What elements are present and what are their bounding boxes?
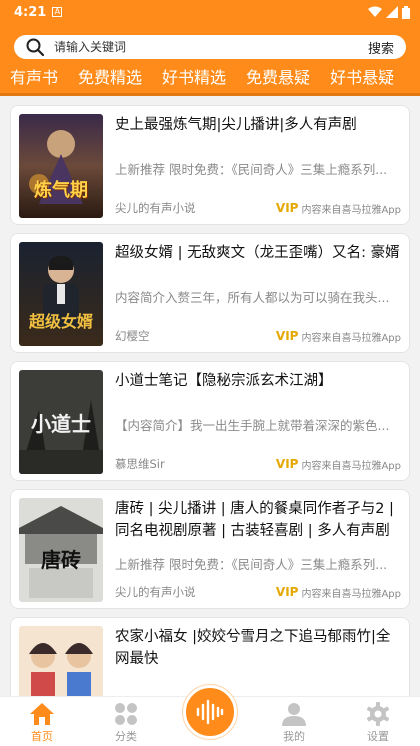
book-cover: 唐砖 [19,498,103,602]
book-author: 尖儿的有声小说 [115,585,196,599]
search-input[interactable] [54,40,368,54]
vip-badge: VIP [275,329,299,343]
nav-category-label: 分类 [115,730,137,743]
cover-title: 小道士 [31,412,91,436]
book-author: 尖儿的有声小说 [115,201,196,215]
cover-title: 超级女婿 [28,312,93,331]
book-desc: 上新推荐 限时免费：《民间奇人》三集上瘾系列... [115,161,388,177]
tab-free-picks[interactable]: 免费精选 [78,64,142,92]
vip-badge: VIP [275,585,299,599]
book-cover [19,626,103,698]
status-bar: 4:21 A [0,0,420,24]
audio-wave-icon [196,699,224,725]
vip-badge: VIP [275,201,299,215]
book-title: 史上最强炼气期|尖儿播讲|多人有声剧 [115,117,357,133]
search-bar[interactable]: 搜索 [14,35,406,59]
nav-mine-label: 我的 [283,730,305,743]
book-title: 超级女婿 | 无敌爽文（龙王歪嘴）又名: 豪婿 [115,245,400,261]
book-author: 幻樱空 [115,329,150,343]
nav-home[interactable]: 首页 [12,702,72,744]
cover-title: 唐砖 [41,548,81,572]
book-card[interactable]: 炼气期 史上最强炼气期|尖儿播讲|多人有声剧 上新推荐 限时免费：《民间奇人》三… [10,105,410,225]
tab-good-books[interactable]: 好书精选 [162,64,226,92]
book-source: 内容来自喜马拉雅App [301,460,401,472]
book-source: 内容来自喜马拉雅App [301,204,401,216]
status-icons [368,5,410,19]
vip-badge: VIP [275,457,299,471]
book-title: 唐砖 | 尖儿播讲 | 唐人的餐桌同作者孑与2 | 同名电视剧原著 | 古装轻喜… [115,501,394,539]
nav-home-label: 首页 [31,730,53,743]
battery-icon [402,5,410,19]
tab-audiobook[interactable]: 有声书 [10,64,58,92]
nav-category[interactable]: 分类 [96,702,156,744]
book-feed[interactable]: 炼气期 史上最强炼气期|尖儿播讲|多人有声剧 上新推荐 限时免费：《民间奇人》三… [0,101,420,698]
cover-title: 炼气期 [34,180,88,201]
book-card[interactable]: 超级女婿 超级女婿 | 无敌爽文（龙王歪嘴）又名: 豪婿 内容简介入赘三年，所有… [10,233,410,353]
book-desc: 【内容简介】我一出生手腕上就带着深深的紫色... [115,417,390,433]
book-cover: 炼气期 [19,114,103,218]
book-source: 内容来自喜马拉雅App [301,588,401,600]
category-icon [115,703,137,725]
signal-icon [386,6,398,18]
status-time: 4:21 [14,4,47,20]
player-button[interactable] [183,685,237,739]
book-source: 内容来自喜马拉雅App [301,332,401,344]
book-card[interactable]: 小道士 小道士笔记【隐秘宗派玄术江湖】 【内容简介】我一出生手腕上就带着深深的紫… [10,361,410,481]
book-author: 慕思维Sir [115,457,165,471]
header: 搜索 有声书 免费精选 好书精选 免费悬疑 好书悬疑 [0,24,420,96]
book-title: 农家小福女 |姣姣兮雪月之下追马郁雨竹|全网最快 [115,629,391,667]
gear-icon [366,702,390,726]
notification-icon: A [52,7,63,17]
home-icon [30,703,54,725]
book-desc: 上新推荐 限时免费：《民间奇人》三集上瘾系列... [115,556,388,572]
nav-settings[interactable]: 设置 [348,702,408,744]
nav-settings-label: 设置 [367,730,389,743]
search-icon [26,38,44,56]
book-cover: 小道士 [19,370,103,474]
nav-mine[interactable]: 我的 [264,702,324,744]
tab-good-mystery[interactable]: 好书悬疑 [330,64,394,92]
tab-bar: 有声书 免费精选 好书精选 免费悬疑 好书悬疑 [0,62,420,96]
tab-free-mystery[interactable]: 免费悬疑 [246,64,310,92]
book-card[interactable]: 唐砖 唐砖 | 尖儿播讲 | 唐人的餐桌同作者孑与2 | 同名电视剧原著 | 古… [10,489,410,609]
search-button[interactable]: 搜索 [368,38,394,57]
book-title: 小道士笔记【隐秘宗派玄术江湖】 [115,373,333,389]
book-cover: 超级女婿 [19,242,103,346]
wifi-icon [368,6,382,17]
book-desc: 内容简介入赘三年，所有人都以为可以骑在我头... [115,289,390,305]
user-icon [282,703,306,726]
